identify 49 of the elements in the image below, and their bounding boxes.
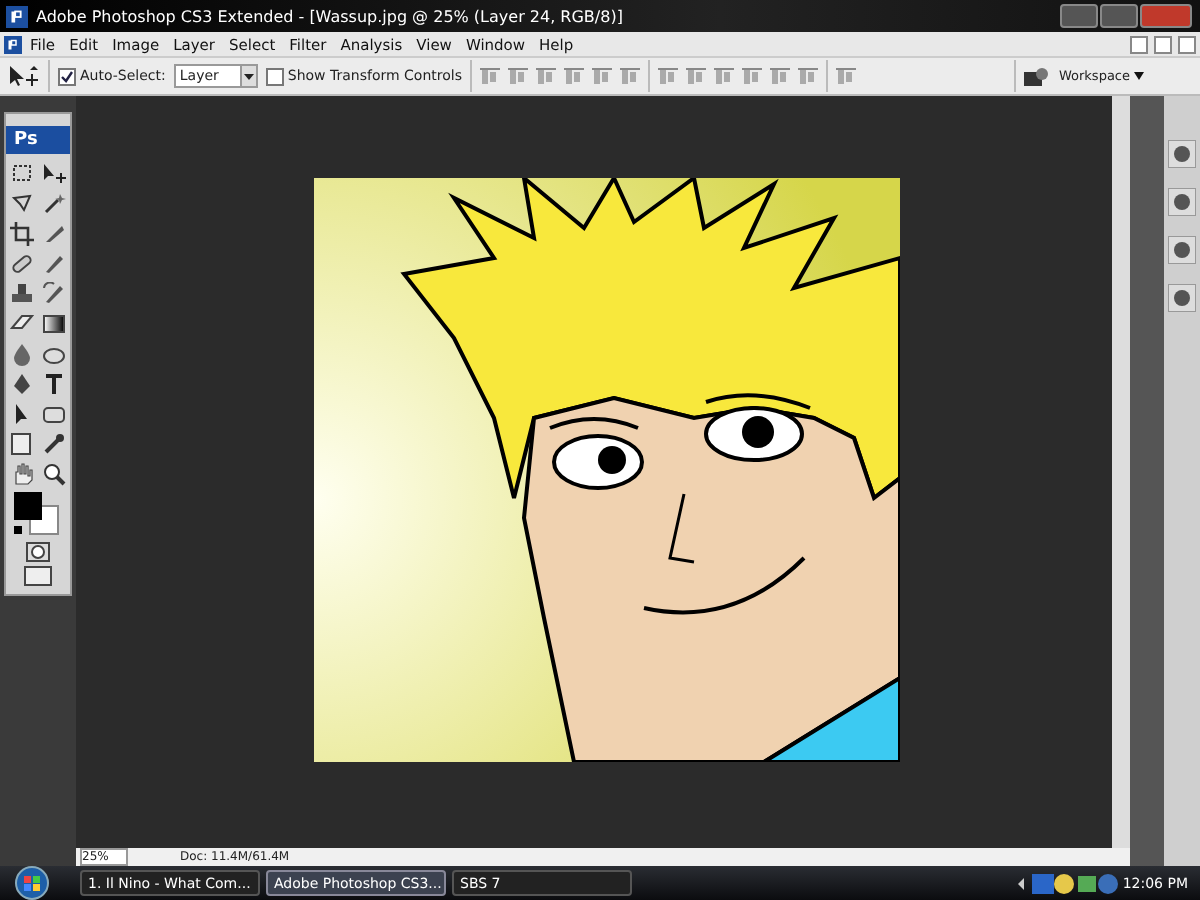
color-swatches-icon[interactable] — [12, 490, 64, 538]
checkbox[interactable] — [58, 67, 76, 85]
gradient-icon[interactable] — [42, 312, 66, 336]
minimize-document-button[interactable] — [1130, 35, 1148, 53]
screen-mode-icon[interactable] — [24, 566, 52, 586]
vertical-scrollbar[interactable] — [1112, 96, 1130, 848]
align-icon[interactable] — [563, 66, 584, 86]
caret-icon — [1134, 72, 1144, 80]
crop-icon[interactable] — [10, 222, 34, 246]
magnifier-icon[interactable] — [42, 462, 66, 486]
close-document-button[interactable] — [1178, 35, 1196, 53]
restore-document-button[interactable] — [1154, 35, 1172, 53]
align-icon[interactable] — [591, 66, 612, 86]
history-brush-icon[interactable] — [42, 282, 66, 306]
note-icon[interactable] — [10, 432, 34, 456]
move-tool-icon[interactable] — [8, 65, 40, 87]
type-tool-icon[interactable] — [42, 372, 66, 396]
marquee-icon[interactable] — [10, 162, 34, 186]
window-title: Adobe Photoshop CS3 Extended - [Wassup.jpg @ 25% (Layer 24, RGB/8)] — [36, 7, 625, 25]
align-icon[interactable] — [741, 66, 762, 86]
file-browser-icon[interactable] — [1024, 66, 1051, 86]
brush-icon[interactable] — [42, 252, 66, 276]
eyedropper-icon[interactable] — [42, 432, 66, 456]
caret-icon — [243, 73, 254, 79]
hand-icon[interactable] — [10, 462, 34, 486]
align-icon[interactable] — [479, 66, 500, 86]
lasso-icon[interactable] — [10, 192, 34, 216]
align-icon[interactable] — [507, 66, 528, 86]
app-logo-icon — [6, 5, 28, 27]
tray-icons-drawing[interactable] — [1014, 871, 1119, 895]
align-icon[interactable] — [535, 66, 556, 86]
align-icon[interactable] — [713, 66, 734, 86]
align-icon[interactable] — [797, 66, 818, 86]
move-icon[interactable] — [42, 162, 66, 186]
document-icon — [4, 35, 22, 53]
stamp-icon[interactable] — [10, 282, 34, 306]
align-icon[interactable] — [769, 66, 790, 86]
wand-icon[interactable] — [42, 192, 66, 216]
bandage-icon[interactable] — [10, 252, 34, 276]
toolbox-logo: Ps — [6, 126, 70, 154]
align-icon[interactable] — [657, 66, 678, 86]
start-button[interactable] — [12, 866, 52, 900]
align-icon[interactable] — [835, 66, 856, 86]
align-icon[interactable] — [619, 66, 640, 86]
rectangle-icon[interactable] — [42, 402, 66, 426]
checkbox[interactable] — [265, 67, 284, 85]
drop-icon[interactable] — [10, 342, 34, 366]
align-icon[interactable] — [685, 66, 706, 86]
quick-mask-icon[interactable] — [26, 542, 50, 562]
